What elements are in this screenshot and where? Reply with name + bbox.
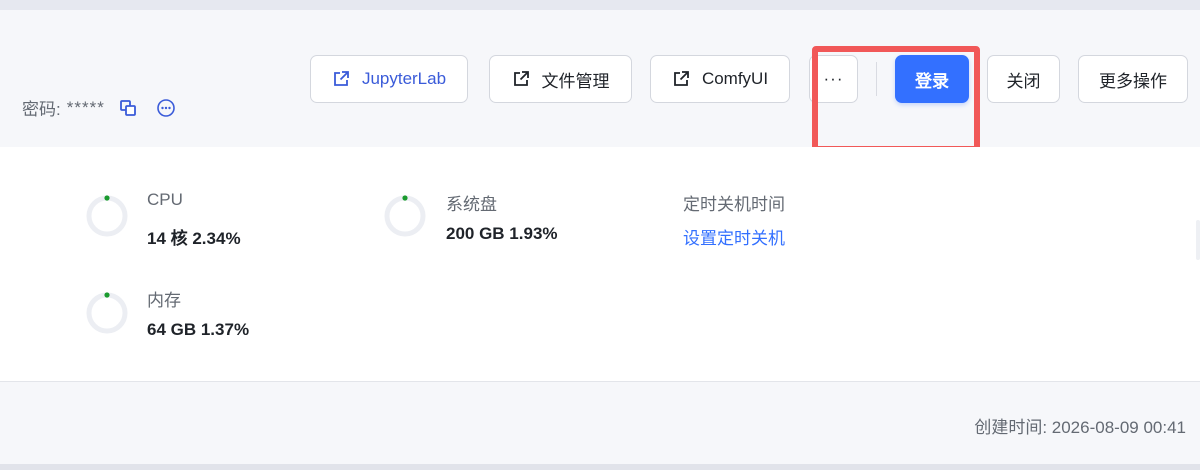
close-button[interactable]: 关闭 bbox=[987, 55, 1060, 103]
disk-value: 200 GB 1.93% bbox=[446, 224, 558, 243]
cpu-usage-ring bbox=[86, 195, 128, 237]
created-time: 创建时间: 2026-08-09 00:41 bbox=[974, 418, 1186, 437]
comfyui-button-label: ComfyUI bbox=[701, 69, 769, 88]
external-link-icon bbox=[332, 70, 350, 88]
toolbar-divider bbox=[876, 62, 877, 96]
memory-label: 内存 bbox=[147, 291, 181, 310]
instance-footer: 创建时间: 2026-08-09 00:41 bbox=[0, 382, 1200, 464]
login-button-label: 登录 bbox=[915, 71, 949, 91]
disk-label: 系统盘 bbox=[446, 195, 497, 214]
scroll-edge bbox=[1196, 220, 1200, 260]
disk-usage-ring bbox=[384, 195, 426, 237]
password-value: ***** bbox=[66, 97, 105, 117]
close-button-label: 关闭 bbox=[1006, 71, 1041, 91]
jupyterlab-button-label: JupyterLab bbox=[361, 69, 447, 88]
top-strip bbox=[0, 0, 1200, 10]
more-actions-button[interactable]: 更多操作 bbox=[1078, 55, 1188, 103]
set-scheduled-shutdown-link[interactable]: 设置定时关机 bbox=[683, 224, 785, 249]
cpu-label: CPU bbox=[147, 190, 183, 209]
external-link-icon bbox=[672, 70, 690, 88]
memory-usage-ring bbox=[86, 292, 128, 334]
more-circle-icon[interactable] bbox=[155, 97, 177, 119]
password-row: 密码: ***** bbox=[22, 95, 177, 120]
external-link-icon bbox=[512, 70, 530, 88]
copy-icon[interactable] bbox=[117, 97, 139, 119]
more-apps-label: ··· bbox=[823, 69, 844, 88]
memory-value: 64 GB 1.37% bbox=[147, 320, 250, 339]
instance-toolbar: 密码: ***** JupyterLab 文件管理 ComfyUI ··· 登录… bbox=[0, 10, 1200, 152]
jupyterlab-button[interactable]: JupyterLab bbox=[310, 55, 468, 103]
bottom-strip bbox=[0, 464, 1200, 470]
comfyui-button[interactable]: ComfyUI bbox=[650, 55, 790, 103]
more-actions-button-label: 更多操作 bbox=[1099, 71, 1167, 91]
more-apps-button[interactable]: ··· bbox=[809, 55, 858, 103]
cpu-value: 14 核 2.34% bbox=[147, 229, 241, 248]
scheduled-shutdown-label: 定时关机时间 bbox=[683, 195, 785, 214]
password-label: 密码: bbox=[22, 100, 61, 119]
login-button[interactable]: 登录 bbox=[895, 55, 969, 103]
file-manager-button[interactable]: 文件管理 bbox=[489, 55, 632, 103]
resource-stats: CPU 14 核 2.34% 系统盘 200 GB 1.93% 定时关机时间 设… bbox=[0, 147, 1200, 382]
file-manager-button-label: 文件管理 bbox=[541, 71, 610, 91]
